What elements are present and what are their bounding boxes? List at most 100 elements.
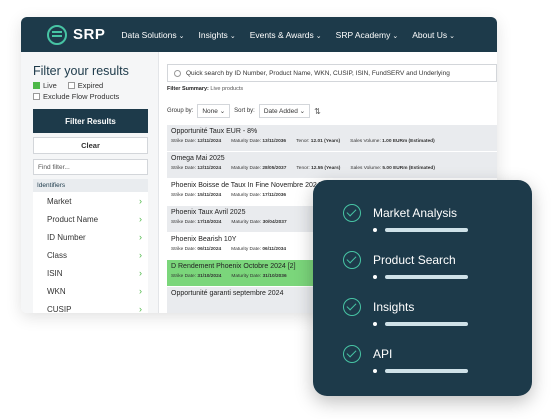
filter-item-wkn[interactable]: WKN › bbox=[33, 282, 148, 300]
result-row[interactable]: Opportunité Taux EUR - 8% Strike Date: 1… bbox=[167, 125, 497, 152]
sort-by-select[interactable]: Date Added ⌄ bbox=[258, 104, 311, 118]
chevron-right-icon: › bbox=[139, 268, 142, 278]
live-label: Live bbox=[43, 81, 57, 90]
expired-checkbox[interactable] bbox=[67, 82, 75, 89]
bullet-dot bbox=[373, 369, 377, 373]
exclude-flow-label: Exclude Flow Products bbox=[43, 92, 120, 101]
bullet-dot bbox=[373, 322, 377, 326]
feature-label: Market Analysis bbox=[373, 206, 458, 220]
sort-by-label: Sort by: bbox=[234, 108, 255, 114]
identifiers-list: Market › Product Name › ID Number › Class › … bbox=[33, 192, 148, 313]
strike-date: Strike Date: 12/11/2024 bbox=[171, 139, 222, 144]
nav-insights[interactable]: Insights ⌄ bbox=[199, 30, 236, 40]
result-meta: Strike Date: 12/11/2024 Maturity Date: 1… bbox=[171, 139, 497, 144]
chevron-down-icon: ⌄ bbox=[178, 32, 185, 40]
nav-events-awards[interactable]: Events & Awards ⌄ bbox=[250, 30, 322, 40]
chevron-right-icon: › bbox=[139, 304, 142, 313]
chevron-down-icon: ⌄ bbox=[315, 32, 322, 40]
live-checkbox[interactable] bbox=[33, 82, 40, 89]
filter-item-cusip[interactable]: CUSIP › bbox=[33, 300, 148, 313]
features-card: Market Analysis Product Search Insights … bbox=[313, 180, 532, 396]
nav-label: Insights bbox=[198, 29, 228, 40]
logo-text: SRP bbox=[73, 26, 106, 43]
search-icon bbox=[174, 69, 181, 77]
sort-direction-icon[interactable]: ⇅ bbox=[314, 107, 321, 116]
placeholder-bar bbox=[385, 369, 468, 373]
chevron-right-icon: › bbox=[139, 232, 142, 242]
filter-item-product-name[interactable]: Product Name › bbox=[33, 210, 148, 228]
result-meta: Strike Date: 12/11/2024 Maturity Date: 2… bbox=[171, 166, 497, 171]
filter-title: Filter your results bbox=[33, 64, 129, 78]
filter-item-market[interactable]: Market › bbox=[33, 192, 148, 210]
feature-api: API bbox=[343, 345, 532, 392]
tenor: Tenor: 12.55 (Years) bbox=[296, 166, 341, 171]
filter-summary: Filter Summary: Live products bbox=[167, 86, 497, 92]
filter-item-label: ISIN bbox=[47, 268, 63, 278]
result-row[interactable]: Omega Mai 2025 Strike Date: 12/11/2024 M… bbox=[167, 152, 497, 179]
maturity-date: Maturity Date: 17/11/2036 bbox=[231, 193, 287, 198]
filter-item-label: Product Name bbox=[47, 214, 99, 224]
filter-item-label: WKN bbox=[47, 286, 66, 296]
logo[interactable]: SRP bbox=[47, 24, 106, 45]
status-checkboxes: Live Expired bbox=[33, 81, 148, 90]
nav-label: SRP Academy bbox=[335, 29, 391, 40]
check-circle-icon bbox=[343, 345, 361, 363]
top-navigation: SRP Data Solutions ⌄ Insights ⌄ Events & A… bbox=[21, 17, 497, 52]
clear-button[interactable]: Clear bbox=[33, 137, 148, 154]
chevron-down-icon: ⌄ bbox=[449, 32, 456, 40]
filter-item-id-number[interactable]: ID Number › bbox=[33, 228, 148, 246]
check-circle-icon bbox=[343, 251, 361, 269]
chevron-right-icon: › bbox=[139, 286, 142, 296]
placeholder-bar bbox=[385, 228, 468, 232]
nav-about-us[interactable]: About Us ⌄ bbox=[412, 30, 455, 40]
chevron-down-icon: ⌄ bbox=[392, 32, 399, 40]
sales-volume: Sales Volume: 5.00 EURm (Estimated) bbox=[350, 166, 435, 171]
feature-product-search: Product Search bbox=[343, 251, 532, 298]
filter-sidebar: Filter your results Live Expired Exclude… bbox=[21, 52, 159, 313]
maturity-date: Maturity Date: 31/10/2036 bbox=[231, 274, 287, 279]
filter-results-button[interactable]: Filter Results bbox=[33, 109, 148, 133]
strike-date: Strike Date: 15/11/2024 bbox=[171, 193, 222, 198]
chevron-right-icon: › bbox=[139, 196, 142, 206]
sales-volume: Sales Volume: 1.00 EURm (Estimated) bbox=[350, 139, 435, 144]
bullet-dot bbox=[373, 228, 377, 232]
filter-item-label: ID Number bbox=[47, 232, 86, 242]
filter-item-isin[interactable]: ISIN › bbox=[33, 264, 148, 282]
result-title: Omega Mai 2025 bbox=[171, 155, 225, 162]
exclude-flow-row: Exclude Flow Products bbox=[33, 92, 148, 101]
nav-label: About Us bbox=[412, 29, 448, 40]
identifiers-header: Identifiers bbox=[33, 179, 148, 192]
filter-item-label: Market bbox=[47, 196, 72, 206]
maturity-date: Maturity Date: 30/04/2037 bbox=[231, 220, 287, 225]
summary-label: Filter Summary: bbox=[167, 86, 209, 92]
maturity-date: Maturity Date: 28/05/2037 bbox=[231, 166, 287, 171]
summary-value: Live products bbox=[210, 86, 244, 92]
filter-item-class[interactable]: Class › bbox=[33, 246, 148, 264]
group-by-value: None bbox=[202, 108, 218, 115]
feature-market-analysis: Market Analysis bbox=[343, 204, 532, 251]
find-filter-input[interactable]: Find filter... bbox=[33, 159, 148, 175]
sort-by-value: Date Added bbox=[263, 108, 298, 115]
feature-label: Insights bbox=[373, 300, 415, 314]
nav-srp-academy[interactable]: SRP Academy ⌄ bbox=[336, 30, 399, 40]
chevron-right-icon: › bbox=[139, 214, 142, 224]
quick-search-input[interactable]: Quick search by ID Number, Product Name,… bbox=[167, 64, 497, 82]
nav-data-solutions[interactable]: Data Solutions ⌄ bbox=[121, 30, 184, 40]
chevron-down-icon: ⌄ bbox=[229, 32, 236, 40]
exclude-flow-checkbox[interactable] bbox=[33, 93, 40, 100]
check-circle-icon bbox=[343, 204, 361, 222]
group-by-select[interactable]: None ⌄ bbox=[197, 104, 231, 118]
filter-item-label: Class bbox=[47, 250, 68, 260]
search-placeholder: Quick search by ID Number, Product Name,… bbox=[186, 69, 450, 77]
srp-logo-icon bbox=[47, 24, 67, 45]
sort-controls: Group by: None ⌄ Sort by: Date Added ⌄ ⇅ bbox=[167, 104, 497, 118]
bullet-dot bbox=[373, 275, 377, 279]
check-circle-icon bbox=[343, 298, 361, 316]
nav-label: Events & Awards bbox=[249, 29, 314, 40]
expired-label: Expired bbox=[77, 81, 104, 90]
tenor: Tenor: 12.01 (Years) bbox=[296, 139, 341, 144]
result-title: Opportunité Taux EUR - 8% bbox=[171, 128, 258, 135]
feature-label: API bbox=[373, 347, 393, 361]
strike-date: Strike Date: 31/10/2024 bbox=[171, 274, 222, 279]
strike-date: Strike Date: 17/10/2024 bbox=[171, 220, 222, 225]
